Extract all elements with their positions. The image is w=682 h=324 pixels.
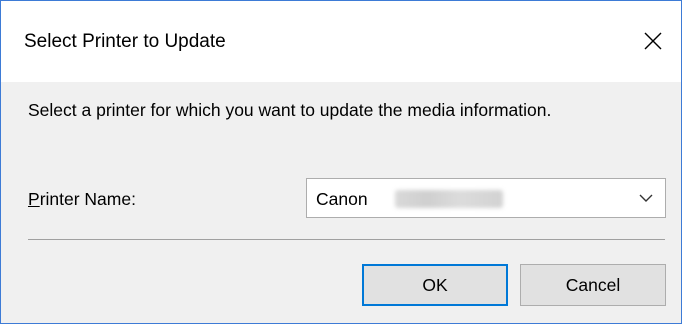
dialog-message: Select a printer for which you want to u…: [28, 100, 552, 120]
dialog-title: Select Printer to Update: [24, 31, 226, 52]
cancel-button[interactable]: Cancel: [520, 264, 666, 306]
title-bar: Select Printer to Update: [1, 1, 681, 82]
ok-button[interactable]: OK: [362, 264, 508, 306]
dialog-window: Select Printer to Update Select a printe…: [0, 0, 682, 324]
printer-name-dropdown[interactable]: Canon: [306, 178, 666, 218]
printer-name-label-mnemonic: P: [28, 189, 40, 209]
printer-name-label: Printer Name:: [28, 188, 136, 210]
close-icon: [644, 32, 662, 50]
printer-name-value: Canon: [316, 189, 368, 209]
separator-line: [28, 239, 665, 240]
redacted-model-name: [395, 190, 503, 208]
chevron-down-icon: [639, 194, 653, 202]
close-button[interactable]: [633, 21, 673, 61]
printer-name-label-text: rinter Name:: [39, 189, 136, 209]
